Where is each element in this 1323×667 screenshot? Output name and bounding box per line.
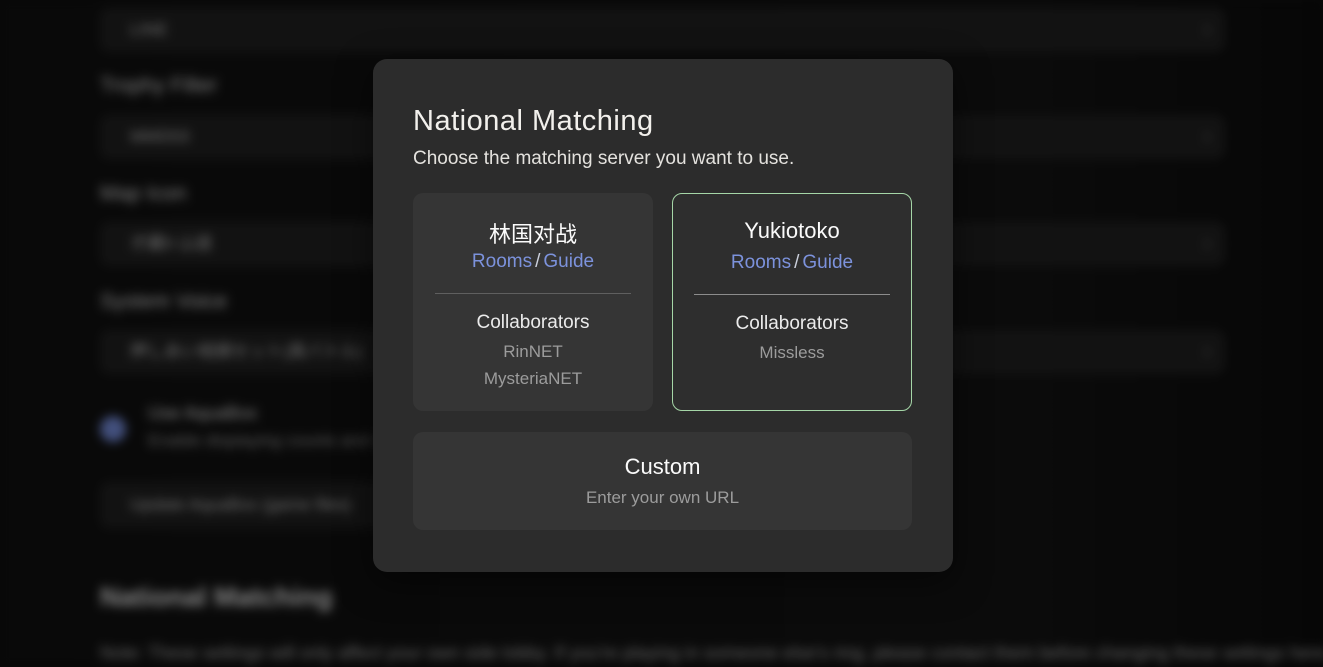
server-option-custom[interactable]: Custom Enter your own URL [413,432,912,530]
rooms-link[interactable]: Rooms [472,251,532,272]
server-option-linguo[interactable]: 林国对战 Rooms/Guide Collaborators RinNET My… [413,193,653,411]
server-links: Rooms/Guide [673,252,911,274]
app-root: LINE › Trophy Filter MMD03 › Map Icon 才藏… [0,0,1323,667]
divider [435,293,632,294]
dialog-title: National Matching [413,105,654,138]
guide-link[interactable]: Guide [543,251,594,272]
custom-subtitle: Enter your own URL [413,488,912,508]
server-name: Yukiotoko [673,218,911,244]
server-option-yukiotoko-selected[interactable]: Yukiotoko Rooms/Guide Collaborators Miss… [672,193,912,411]
collaborator-name: RinNET [413,342,653,362]
dialog-subtitle: Choose the matching server you want to u… [413,148,794,170]
rooms-link[interactable]: Rooms [731,252,791,273]
collaborators-label: Collaborators [413,312,653,334]
server-links: Rooms/Guide [413,251,653,273]
national-matching-dialog: National Matching Choose the matching se… [373,59,953,572]
guide-link[interactable]: Guide [802,252,853,273]
divider [694,294,889,295]
server-name: 林国对战 [413,217,653,249]
link-separator: / [791,252,802,273]
custom-title: Custom [413,454,912,480]
link-separator: / [532,251,543,272]
collaborators-label: Collaborators [673,313,911,335]
collaborator-name: MysteriaNET [413,369,653,389]
collaborator-name: Missless [673,343,911,363]
